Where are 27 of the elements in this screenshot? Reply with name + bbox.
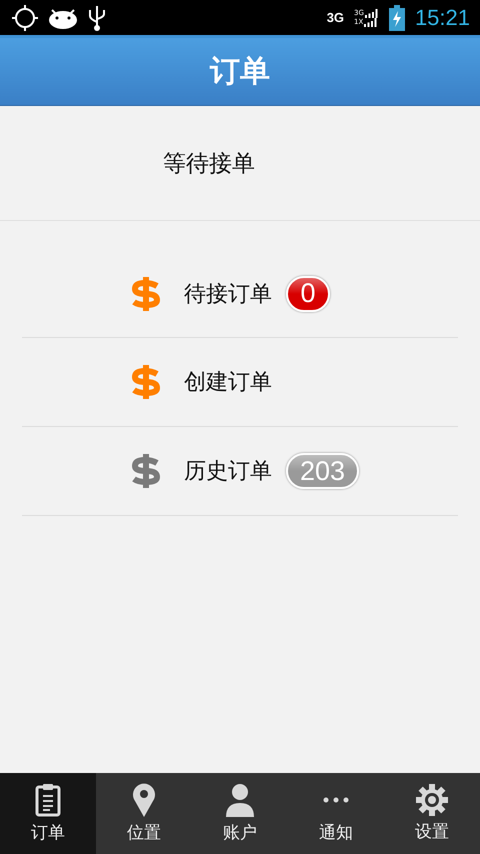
- menu-item[interactable]: 创建订单: [22, 338, 458, 427]
- menu-label: 待接订单: [184, 280, 272, 308]
- more-icon: [323, 797, 349, 803]
- menu-item[interactable]: 历史订单 203: [22, 427, 458, 516]
- dollar-icon: [130, 276, 162, 310]
- clipboard-icon: [35, 783, 61, 817]
- clock: 15:21: [414, 4, 470, 30]
- settings-icon: [416, 784, 448, 816]
- dollar-icon: [130, 454, 162, 488]
- crosshair-icon: [12, 4, 38, 30]
- count-badge: 0: [286, 276, 330, 312]
- location-pin-icon: [132, 783, 156, 817]
- android-icon: [48, 6, 78, 28]
- battery-icon: [388, 4, 405, 30]
- usb-icon: [88, 4, 106, 32]
- person-icon: [226, 783, 254, 817]
- signal-icon: [364, 18, 378, 26]
- count-badge: 203: [286, 453, 360, 489]
- page-title: 订单: [210, 53, 270, 91]
- status-text: 等待接单: [163, 150, 255, 178]
- menu-label: 历史订单: [184, 458, 272, 486]
- network-type: 3G: [326, 10, 344, 25]
- menu-item[interactable]: 待接订单 0: [22, 250, 458, 338]
- dollar-icon: [130, 365, 162, 399]
- menu-label: 创建订单: [184, 369, 272, 397]
- signal-icon: [364, 8, 379, 18]
- nav-tab[interactable]: 订单: [0, 773, 96, 854]
